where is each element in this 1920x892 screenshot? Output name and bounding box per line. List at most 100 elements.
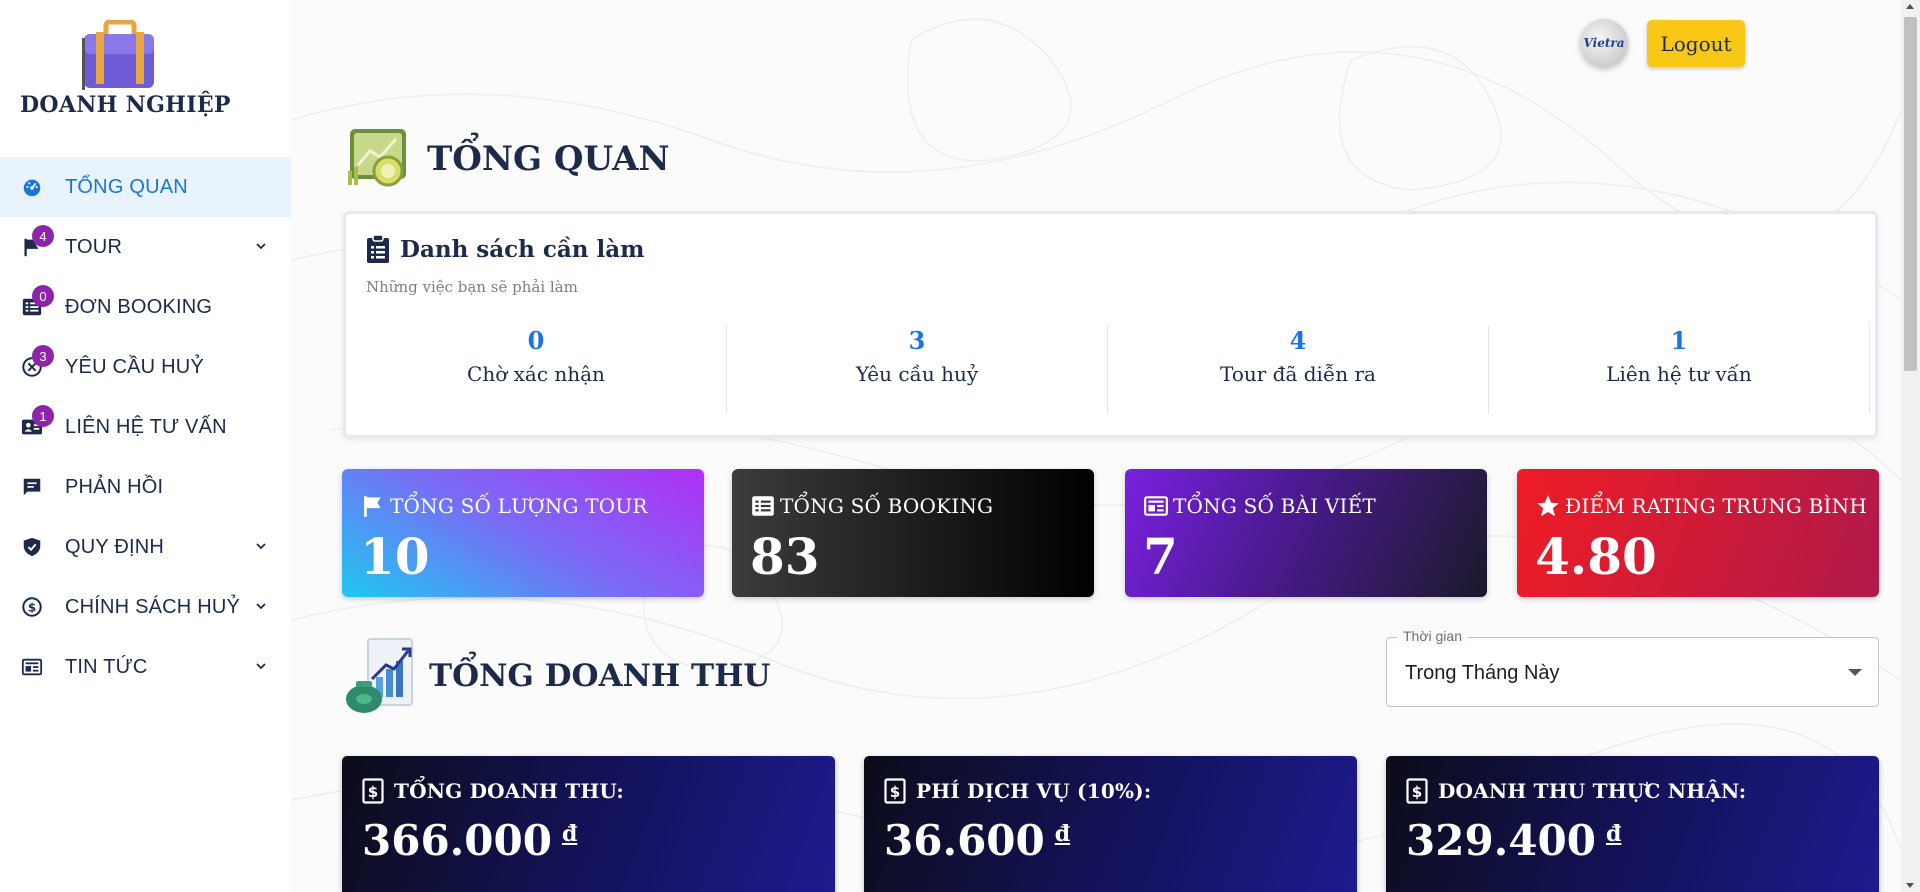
todo-stat-cho-xac-nhan[interactable]: 0 Chờ xác nhận xyxy=(346,326,727,414)
revenue-card-head: $ PHÍ DỊCH VỤ (10%): xyxy=(884,778,1151,804)
revenue-header: TỔNG DOANH THU xyxy=(342,637,770,715)
shield-icon xyxy=(20,535,44,559)
revenue-card-value: 36.600 đ xyxy=(884,816,1070,865)
sidebar-item-phan-hoi[interactable]: PHẢN HỒI xyxy=(0,457,291,517)
revenue-card-head: $ DOANH THU THỰC NHẬN: xyxy=(1406,778,1746,804)
revenue-amount: 366.000 xyxy=(362,816,552,865)
stat-card-value: 83 xyxy=(750,527,820,586)
list-icon xyxy=(752,496,774,516)
stat-card-label: ĐIỂM RATING TRUNG BÌNH xyxy=(1565,494,1867,518)
sidebar-item-tour[interactable]: 4 TOUR xyxy=(0,217,291,277)
newspaper-icon xyxy=(20,655,44,679)
todo-stat-yeu-cau-huy[interactable]: 3 Yêu cầu huỷ xyxy=(727,326,1108,414)
star-icon xyxy=(1537,495,1559,517)
stat-card-head: TỔNG SỐ LƯỢNG TOUR xyxy=(360,493,648,519)
dollar-icon: $ xyxy=(20,595,44,619)
todo-stat-value: 1 xyxy=(1670,326,1688,355)
flag-icon xyxy=(364,496,381,517)
svg-text:$: $ xyxy=(368,783,378,801)
sidebar-item-quy-dinh[interactable]: QUY ĐỊNH xyxy=(0,517,291,577)
analytics-icon xyxy=(348,129,406,187)
svg-text:$: $ xyxy=(890,783,900,801)
stat-card-value: 10 xyxy=(360,527,430,586)
revenue-card-value: 329.400 đ xyxy=(1406,816,1621,865)
sidebar-item-chinh-sach-huy[interactable]: $ CHÍNH SÁCH HUỶ xyxy=(0,577,291,637)
todo-title: Danh sách cần làm xyxy=(366,234,645,264)
revenue-card-label: DOANH THU THỰC NHẬN: xyxy=(1438,779,1747,803)
sidebar-item-label: PHẢN HỒI xyxy=(65,475,164,498)
sidebar-item-yeu-cau-huy[interactable]: 3 YÊU CẦU HUỶ xyxy=(0,337,291,397)
brand: DOANH NGHIỆP xyxy=(0,0,291,157)
todo-stat-label: Tour đã diễn ra xyxy=(1220,362,1376,386)
stat-card-head: ĐIỂM RATING TRUNG BÌNH xyxy=(1535,493,1867,519)
svg-text:$: $ xyxy=(28,601,36,615)
period-select-value: Trong Tháng Này xyxy=(1405,662,1560,684)
revenue-growth-icon xyxy=(346,638,413,713)
avatar[interactable]: Vietra xyxy=(1580,19,1628,67)
stat-card-rating: ĐIỂM RATING TRUNG BÌNH 4.80 xyxy=(1517,469,1879,597)
todo-stat-tour-da-dien-ra[interactable]: 4 Tour đã diễn ra xyxy=(1108,326,1489,414)
sidebar-menu: TỔNG QUAN 4 TOUR 0 ĐƠN BOOKING 3 YÊU CẦU… xyxy=(0,157,291,697)
dollar-doc-icon: $ xyxy=(362,778,384,804)
sidebar-item-tong-quan[interactable]: TỔNG QUAN xyxy=(0,157,291,217)
sidebar-item-tin-tuc[interactable]: TIN TỨC xyxy=(0,637,291,697)
sidebar: DOANH NGHIỆP TỔNG QUAN 4 TOUR 0 ĐƠN BOOK… xyxy=(0,0,291,892)
sidebar-item-label: LIÊN HỆ TƯ VẤN xyxy=(65,415,227,438)
stat-card-head: TỔNG SỐ BOOKING xyxy=(750,493,993,519)
revenue-card-value: 366.000 đ xyxy=(362,816,577,865)
sidebar-item-label: TỔNG QUAN xyxy=(65,175,188,198)
period-select-label: Thời gian xyxy=(1397,628,1468,644)
revenue-card-net: $ DOANH THU THỰC NHẬN: 329.400 đ xyxy=(1386,756,1879,892)
revenue-amount: 36.600 xyxy=(884,816,1045,865)
main-content: Vietra Logout TỔNG QUAN Danh sách cần là… xyxy=(291,0,1901,892)
chevron-down-icon xyxy=(256,603,266,610)
todo-card: Danh sách cần làm Những việc bạn sẽ phải… xyxy=(343,211,1878,438)
chevron-down-icon xyxy=(256,543,266,550)
currency-symbol: đ xyxy=(561,821,578,847)
todo-stat-value: 4 xyxy=(1289,326,1307,355)
todo-subtitle: Những việc bạn sẽ phải làm xyxy=(366,278,578,296)
scroll-up-icon[interactable] xyxy=(1906,4,1914,9)
todo-stat-label: Yêu cầu huỷ xyxy=(855,362,979,386)
stat-card-label: TỔNG SỐ BÀI VIẾT xyxy=(1173,494,1376,518)
page-header: TỔNG QUAN xyxy=(346,125,670,193)
revenue-card-label: TỔNG DOANH THU: xyxy=(394,779,624,803)
stat-card-label: TỔNG SỐ BOOKING xyxy=(780,494,994,518)
scroll-down-icon[interactable] xyxy=(1906,883,1914,888)
logout-button[interactable]: Logout xyxy=(1647,20,1745,67)
dashboard-icon xyxy=(20,175,44,199)
stat-card-bai-viet: TỔNG SỐ BÀI VIẾT 7 xyxy=(1125,469,1487,597)
period-select[interactable]: Thời gian Trong Tháng Này xyxy=(1386,628,1879,707)
stat-card-label: TỔNG SỐ LƯỢNG TOUR xyxy=(390,494,648,518)
currency-symbol: đ xyxy=(1054,821,1071,847)
revenue-card-service-fee: $ PHÍ DỊCH VỤ (10%): 36.600 đ xyxy=(864,756,1357,892)
stat-card-value: 4.80 xyxy=(1535,527,1657,586)
brand-name: DOANH NGHIỆP xyxy=(20,92,231,118)
dollar-doc-icon: $ xyxy=(1406,778,1428,804)
avatar-text: Vietra xyxy=(1583,36,1625,50)
sidebar-item-label: TIN TỨC xyxy=(65,655,148,678)
stat-card-head: TỔNG SỐ BÀI VIẾT xyxy=(1143,493,1376,519)
stat-card-tour: TỔNG SỐ LƯỢNG TOUR 10 xyxy=(342,469,704,597)
todo-stat-lien-he-tu-van[interactable]: 1 Liên hệ tư vấn xyxy=(1489,326,1870,414)
stat-card-value: 7 xyxy=(1143,527,1178,586)
scrollbar-thumb[interactable] xyxy=(1904,17,1917,371)
clipboard-list-icon xyxy=(367,234,389,263)
sidebar-item-label: QUY ĐỊNH xyxy=(65,535,165,558)
contact-badge: 1 xyxy=(32,405,54,427)
stat-card-booking: TỔNG SỐ BOOKING 83 xyxy=(732,469,1094,597)
sidebar-item-label: CHÍNH SÁCH HUỶ xyxy=(65,595,241,618)
sidebar-item-label: TOUR xyxy=(65,235,123,258)
chevron-down-icon xyxy=(256,243,266,250)
todo-stat-value: 3 xyxy=(908,326,926,355)
sidebar-item-lien-he-tu-van[interactable]: 1 LIÊN HỆ TƯ VẤN xyxy=(0,397,291,457)
page-scrollbar[interactable] xyxy=(1901,0,1920,892)
todo-stats: 0 Chờ xác nhận 3 Yêu cầu huỷ 4 Tour đã d… xyxy=(346,326,1876,414)
revenue-card-total: $ TỔNG DOANH THU: 366.000 đ xyxy=(342,756,835,892)
todo-stat-value: 0 xyxy=(527,326,545,355)
sidebar-item-don-booking[interactable]: 0 ĐƠN BOOKING xyxy=(0,277,291,337)
newspaper-icon xyxy=(1144,496,1168,516)
booking-badge: 0 xyxy=(32,285,54,307)
sidebar-item-label: YÊU CẦU HUỶ xyxy=(65,355,204,378)
revenue-title: TỔNG DOANH THU xyxy=(429,658,771,694)
